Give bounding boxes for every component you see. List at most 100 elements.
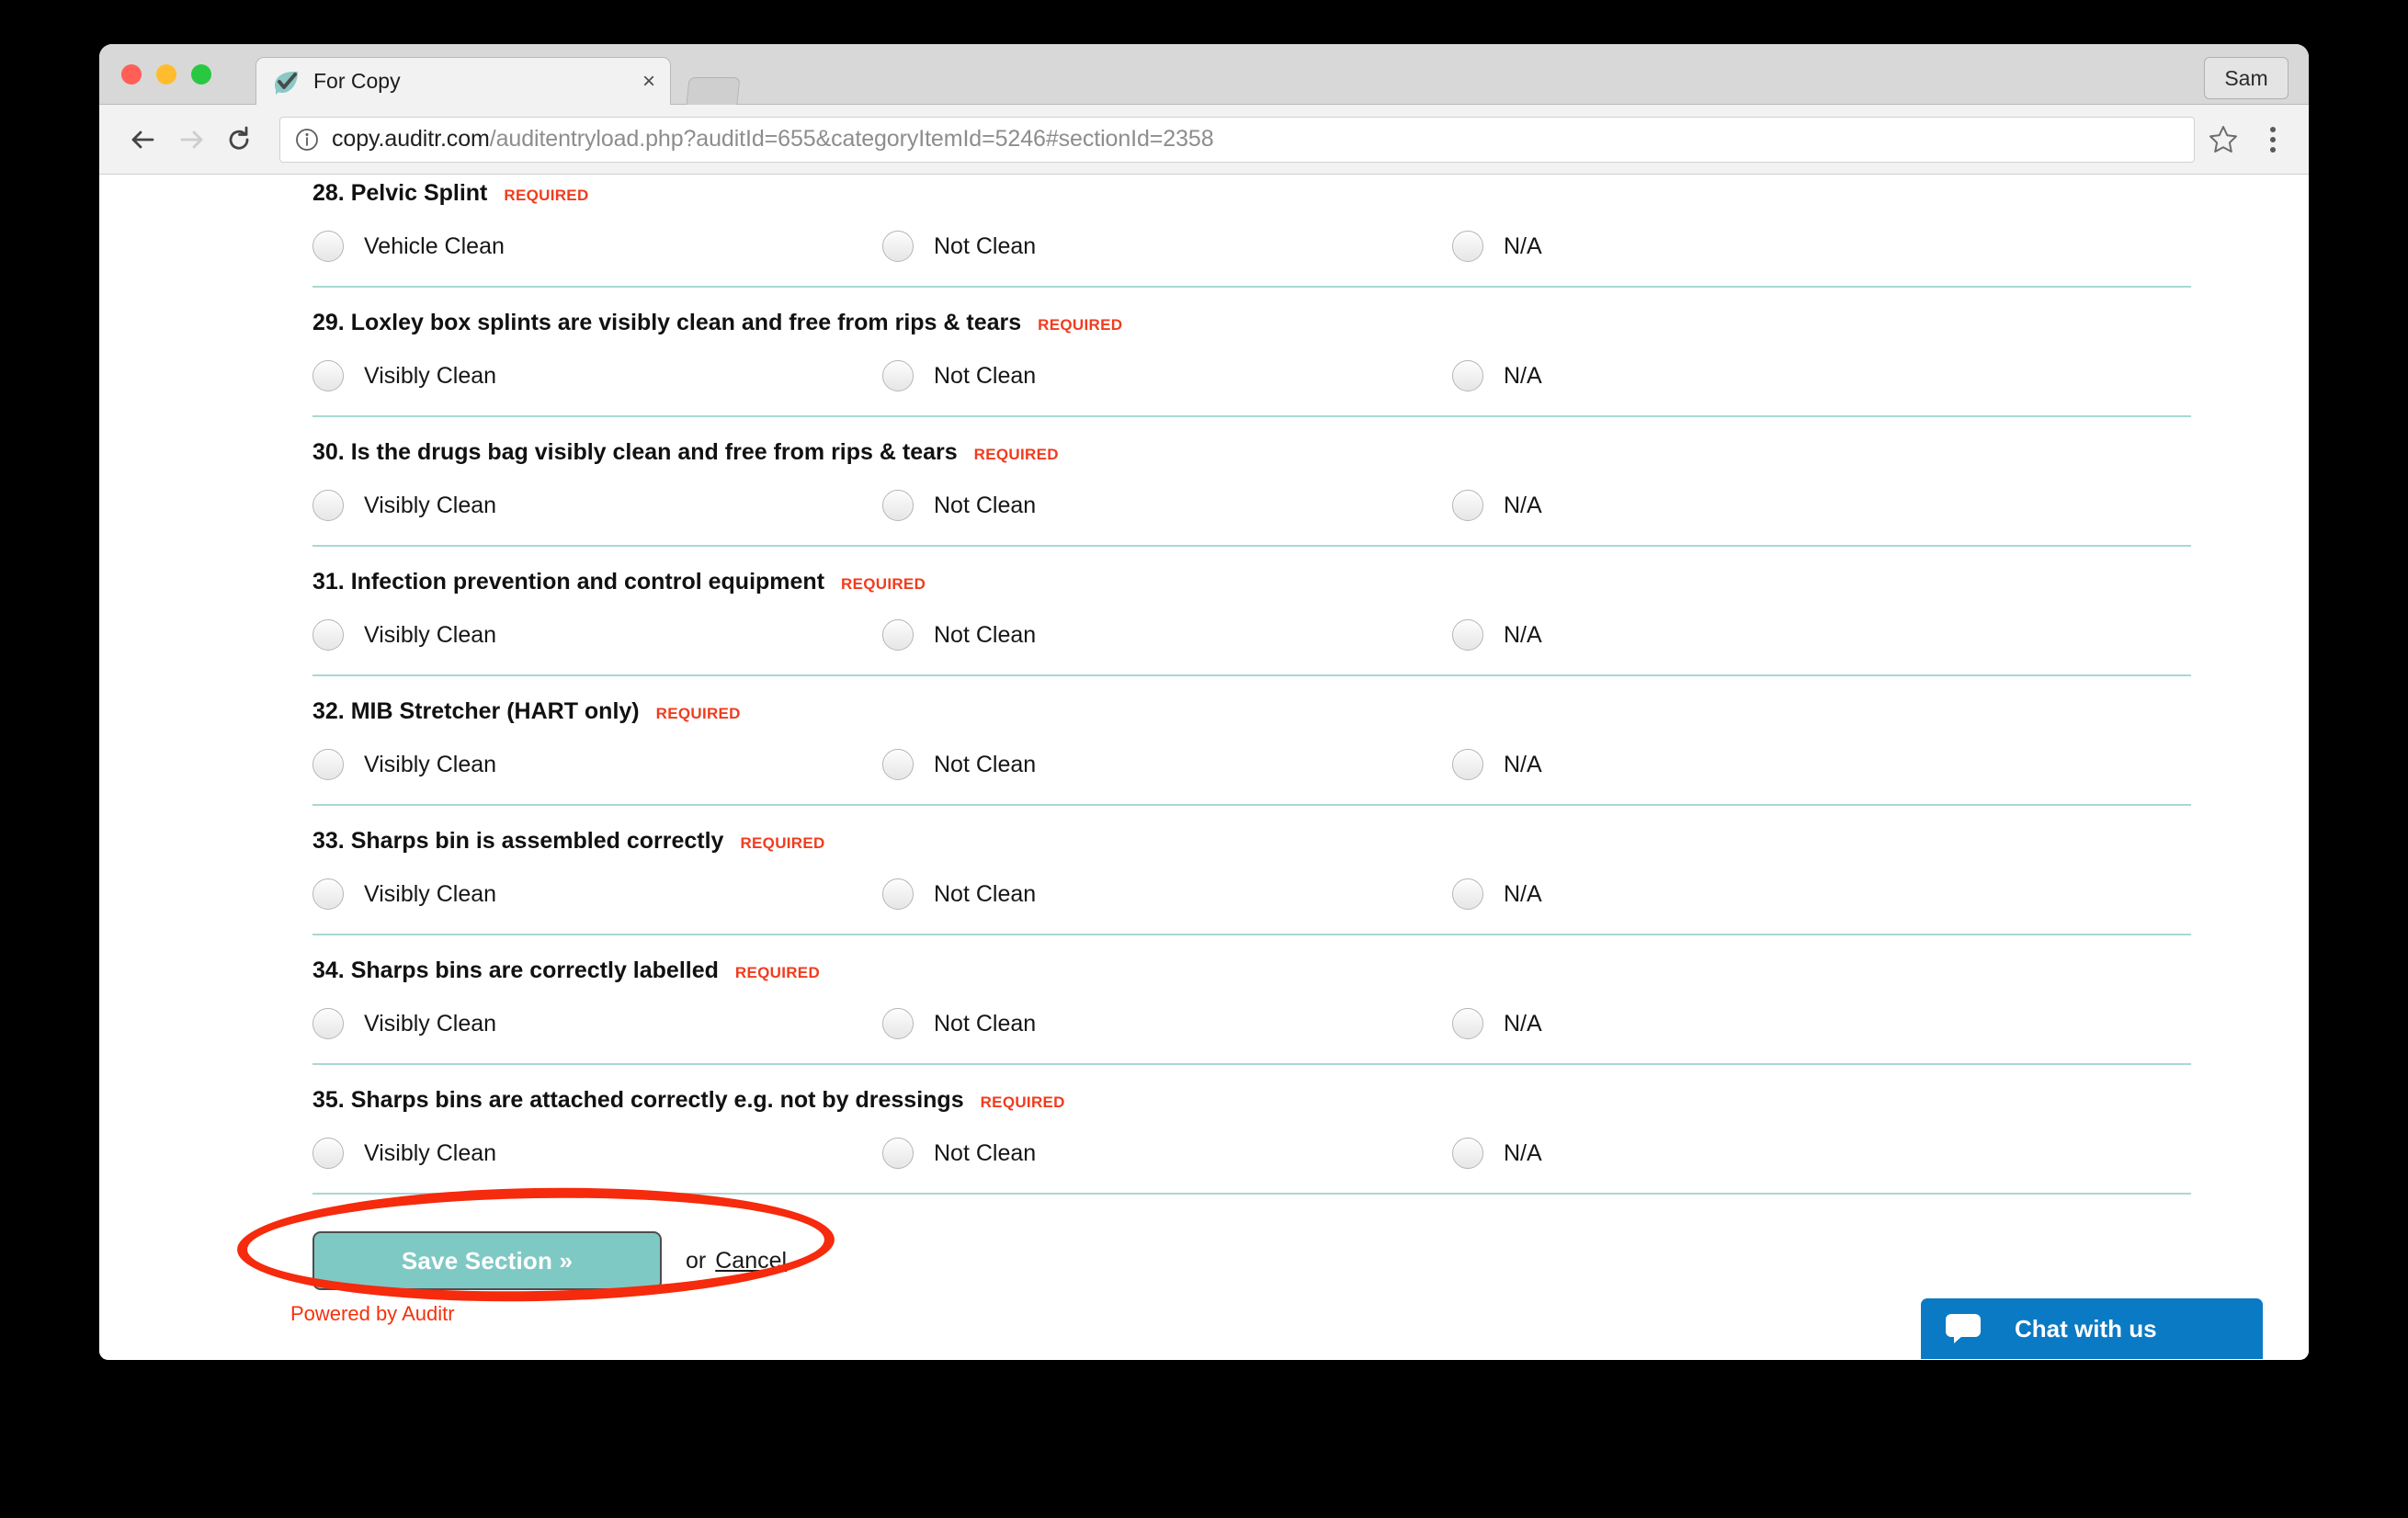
required-badge: REQUIRED xyxy=(740,834,825,852)
chat-label: Chat with us xyxy=(2015,1314,2157,1342)
radio-option[interactable]: Visibly Clean xyxy=(312,1138,882,1169)
radio-option[interactable]: N/A xyxy=(1452,878,2022,910)
radio-option[interactable]: Not Clean xyxy=(882,231,1452,262)
reload-icon[interactable] xyxy=(215,116,263,164)
option-label: Visibly Clean xyxy=(364,492,497,518)
options-row: Visibly Clean Not Clean N/A xyxy=(312,749,2191,780)
radio-option[interactable]: Visibly Clean xyxy=(312,749,882,780)
radio-option[interactable]: N/A xyxy=(1452,1138,2022,1169)
radio-option[interactable]: Visibly Clean xyxy=(312,490,882,521)
question-block: 35. Sharps bins are attached correctly e… xyxy=(312,1065,2191,1195)
radio-option[interactable]: Visibly Clean xyxy=(312,878,882,910)
leaf-check-icon xyxy=(273,68,301,96)
browser-toolbar: copy.auditr.com/auditentryload.php?audit… xyxy=(99,105,2309,175)
radio-button[interactable] xyxy=(312,619,344,651)
radio-option[interactable]: Not Clean xyxy=(882,1008,1452,1039)
star-icon[interactable] xyxy=(2208,124,2239,155)
audit-form: 28. Pelvic Splint REQUIRED Vehicle Clean… xyxy=(99,175,2309,1290)
question-label: 30. Is the drugs bag visibly clean and f… xyxy=(312,439,958,465)
maximize-window-button[interactable] xyxy=(191,64,211,85)
option-label: N/A xyxy=(1504,362,1542,389)
question-block: 28. Pelvic Splint REQUIRED Vehicle Clean… xyxy=(312,175,2191,288)
radio-option[interactable]: N/A xyxy=(1452,490,2022,521)
close-tab-icon[interactable]: × xyxy=(631,70,655,93)
radio-option[interactable]: Not Clean xyxy=(882,360,1452,391)
radio-button[interactable] xyxy=(312,1138,344,1169)
radio-option[interactable]: Not Clean xyxy=(882,1138,1452,1169)
radio-button[interactable] xyxy=(882,1138,914,1169)
radio-button[interactable] xyxy=(882,749,914,780)
radio-option[interactable]: N/A xyxy=(1452,1008,2022,1039)
radio-button[interactable] xyxy=(1452,1138,1483,1169)
radio-option[interactable]: Not Clean xyxy=(882,749,1452,780)
radio-option[interactable]: N/A xyxy=(1452,619,2022,651)
radio-button[interactable] xyxy=(1452,1008,1483,1039)
powered-by-label: Powered by Auditr xyxy=(290,1302,455,1325)
save-section-button[interactable]: Save Section » xyxy=(312,1231,662,1290)
radio-button[interactable] xyxy=(882,490,914,521)
required-badge: REQUIRED xyxy=(980,1093,1065,1111)
option-label: N/A xyxy=(1504,232,1542,259)
info-circle-icon[interactable] xyxy=(295,128,319,152)
cancel-link[interactable]: Cancel xyxy=(715,1248,787,1274)
question-label: 34. Sharps bins are correctly labelled xyxy=(312,957,719,983)
option-label: Not Clean xyxy=(934,232,1037,259)
radio-button[interactable] xyxy=(882,360,914,391)
question-block: 33. Sharps bin is assembled correctly RE… xyxy=(312,806,2191,935)
close-window-button[interactable] xyxy=(121,64,142,85)
radio-button[interactable] xyxy=(1452,749,1483,780)
radio-option[interactable]: Visibly Clean xyxy=(312,1008,882,1039)
option-label: Not Clean xyxy=(934,362,1037,389)
required-badge: REQUIRED xyxy=(973,446,1059,463)
radio-option[interactable]: Visibly Clean xyxy=(312,619,882,651)
radio-option[interactable]: Not Clean xyxy=(882,619,1452,651)
tab-title: For Copy xyxy=(313,69,401,93)
radio-option[interactable]: N/A xyxy=(1452,360,2022,391)
radio-button[interactable] xyxy=(312,1008,344,1039)
radio-button[interactable] xyxy=(882,1008,914,1039)
required-badge: REQUIRED xyxy=(504,187,589,204)
url-input[interactable]: copy.auditr.com/auditentryload.php?audit… xyxy=(279,116,2195,163)
radio-button[interactable] xyxy=(312,490,344,521)
browser-tab-for-copy[interactable]: For Copy × xyxy=(256,57,671,105)
or-separator-label: or xyxy=(686,1247,707,1274)
radio-option[interactable]: N/A xyxy=(1452,749,2022,780)
radio-button[interactable] xyxy=(1452,231,1483,262)
radio-option[interactable]: Vehicle Clean xyxy=(312,231,882,262)
radio-option[interactable]: Not Clean xyxy=(882,878,1452,910)
radio-button[interactable] xyxy=(1452,360,1483,391)
forward-arrow-icon xyxy=(167,116,215,164)
radio-button[interactable] xyxy=(312,749,344,780)
radio-button[interactable] xyxy=(312,360,344,391)
chat-with-us-button[interactable]: Chat with us xyxy=(1921,1298,2263,1359)
new-tab-button[interactable] xyxy=(686,77,741,105)
radio-button[interactable] xyxy=(312,878,344,910)
question-title: 35. Sharps bins are attached correctly e… xyxy=(312,1065,2191,1114)
question-block: 31. Infection prevention and control equ… xyxy=(312,547,2191,676)
radio-button[interactable] xyxy=(882,231,914,262)
radio-button[interactable] xyxy=(882,619,914,651)
options-row: Visibly Clean Not Clean N/A xyxy=(312,1008,2191,1039)
options-row: Visibly Clean Not Clean N/A xyxy=(312,1138,2191,1169)
option-label: N/A xyxy=(1504,1010,1542,1037)
minimize-window-button[interactable] xyxy=(156,64,176,85)
back-arrow-icon[interactable] xyxy=(119,116,167,164)
url-text: copy.auditr.com/auditentryload.php?audit… xyxy=(332,126,1214,153)
radio-button[interactable] xyxy=(882,878,914,910)
radio-option[interactable]: Visibly Clean xyxy=(312,360,882,391)
radio-button[interactable] xyxy=(1452,619,1483,651)
option-label: Not Clean xyxy=(934,880,1037,907)
option-label: N/A xyxy=(1504,880,1542,907)
option-label: Visibly Clean xyxy=(364,362,497,389)
radio-button[interactable] xyxy=(1452,490,1483,521)
radio-option[interactable]: Not Clean xyxy=(882,490,1452,521)
question-title: 29. Loxley box splints are visibly clean… xyxy=(312,288,2191,336)
three-dots-menu-icon[interactable] xyxy=(2257,126,2289,153)
required-badge: REQUIRED xyxy=(841,575,926,593)
radio-option[interactable]: N/A xyxy=(1452,231,2022,262)
radio-button[interactable] xyxy=(312,231,344,262)
radio-button[interactable] xyxy=(1452,878,1483,910)
profile-button[interactable]: Sam xyxy=(2204,57,2289,99)
question-title: 28. Pelvic Splint REQUIRED xyxy=(312,175,2191,207)
question-block: 34. Sharps bins are correctly labelled R… xyxy=(312,935,2191,1065)
